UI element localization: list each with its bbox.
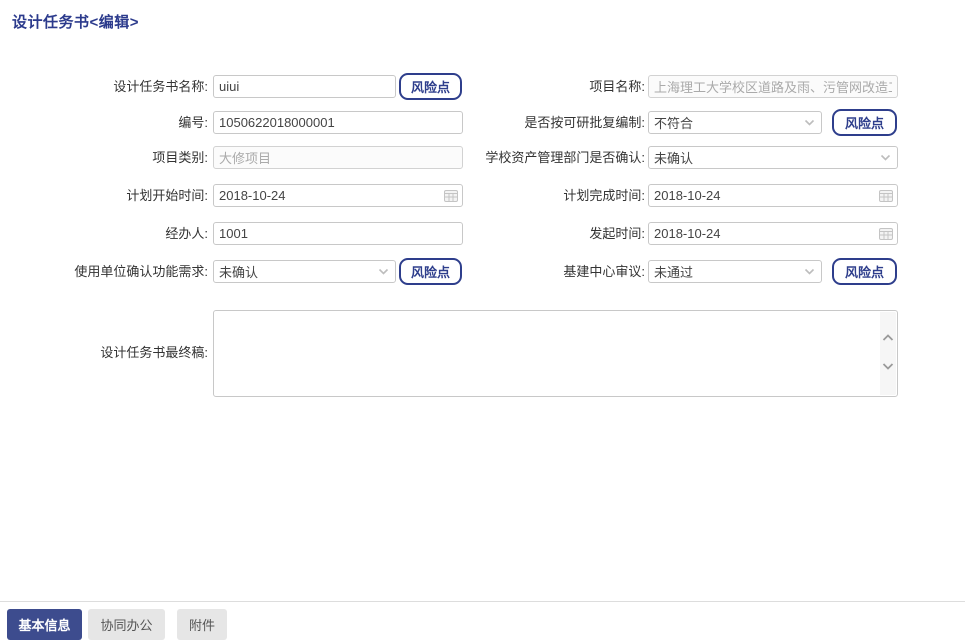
plan-finish-date-input[interactable] xyxy=(649,188,875,203)
calendar-icon[interactable] xyxy=(875,224,896,243)
plan-finish-date-field xyxy=(648,184,898,207)
initiate-date-label: 发起时间: xyxy=(400,222,645,245)
chevron-down-icon[interactable] xyxy=(799,262,820,281)
form-row-3: 项目类别: 学校资产管理部门是否确认: 未确认 xyxy=(0,146,965,169)
initiate-date-input[interactable] xyxy=(649,226,875,241)
tab-basic-info[interactable]: 基本信息 xyxy=(7,609,82,640)
construction-center-review-select[interactable]: 未通过 xyxy=(648,260,822,283)
plan-start-date-label: 计划开始时间: xyxy=(0,184,208,207)
scroll-up-icon[interactable] xyxy=(882,329,894,347)
risk-point-button-review[interactable]: 风险点 xyxy=(832,258,897,285)
final-draft-label: 设计任务书最终稿: xyxy=(0,341,208,364)
project-name-input xyxy=(648,75,898,98)
tabbar-divider xyxy=(0,601,965,602)
form-row-4: 计划开始时间: 计划完成时间: xyxy=(0,184,965,207)
form-row-5: 经办人: 发起时间: xyxy=(0,222,965,245)
design-task-name-label: 设计任务书名称: xyxy=(0,75,208,98)
plan-finish-date-label: 计划完成时间: xyxy=(400,184,645,207)
project-category-label: 项目类别: xyxy=(0,146,208,169)
chevron-down-icon[interactable] xyxy=(373,262,394,281)
textarea-scrollbar[interactable] xyxy=(880,312,896,395)
feasibility-compliance-value: 不符合 xyxy=(649,113,799,132)
scroll-down-icon[interactable] xyxy=(882,357,894,375)
feasibility-compliance-select[interactable]: 不符合 xyxy=(648,111,822,134)
final-draft-field xyxy=(213,310,898,397)
user-unit-confirm-label: 使用单位确认功能需求: xyxy=(0,260,208,283)
project-name-label: 项目名称: xyxy=(400,75,645,98)
construction-center-review-value: 未通过 xyxy=(649,262,799,281)
final-draft-textarea[interactable] xyxy=(214,311,880,396)
handler-label: 经办人: xyxy=(0,222,208,245)
form-row-2: 编号: 是否按可研批复编制: 不符合 风险点 xyxy=(0,111,965,134)
tab-collaboration[interactable]: 协同办公 xyxy=(88,609,165,640)
construction-center-review-label: 基建中心审议: xyxy=(400,260,645,283)
calendar-icon[interactable] xyxy=(875,186,896,205)
asset-dept-confirm-label: 学校资产管理部门是否确认: xyxy=(400,146,645,169)
form-row-1: 设计任务书名称: 风险点 项目名称: xyxy=(0,75,965,98)
chevron-down-icon[interactable] xyxy=(799,113,820,132)
feasibility-compliance-label: 是否按可研批复编制: xyxy=(400,111,645,134)
asset-dept-confirm-value: 未确认 xyxy=(649,148,875,167)
user-unit-confirm-select[interactable]: 未确认 xyxy=(213,260,396,283)
form-row-6: 使用单位确认功能需求: 未确认 风险点 基建中心审议: 未通过 风险点 xyxy=(0,260,965,283)
page-title: 设计任务书<编辑> xyxy=(12,11,139,32)
number-label: 编号: xyxy=(0,111,208,134)
tab-attachments[interactable]: 附件 xyxy=(177,609,227,640)
risk-point-button-feasibility[interactable]: 风险点 xyxy=(832,109,897,136)
user-unit-confirm-value: 未确认 xyxy=(214,262,373,281)
design-task-edit-page: 设计任务书<编辑> 设计任务书名称: 风险点 项目名称: 编号: 是否按可研批复… xyxy=(0,0,965,643)
chevron-down-icon[interactable] xyxy=(875,148,896,167)
design-task-name-input[interactable] xyxy=(213,75,396,98)
asset-dept-confirm-select[interactable]: 未确认 xyxy=(648,146,898,169)
initiate-date-field xyxy=(648,222,898,245)
